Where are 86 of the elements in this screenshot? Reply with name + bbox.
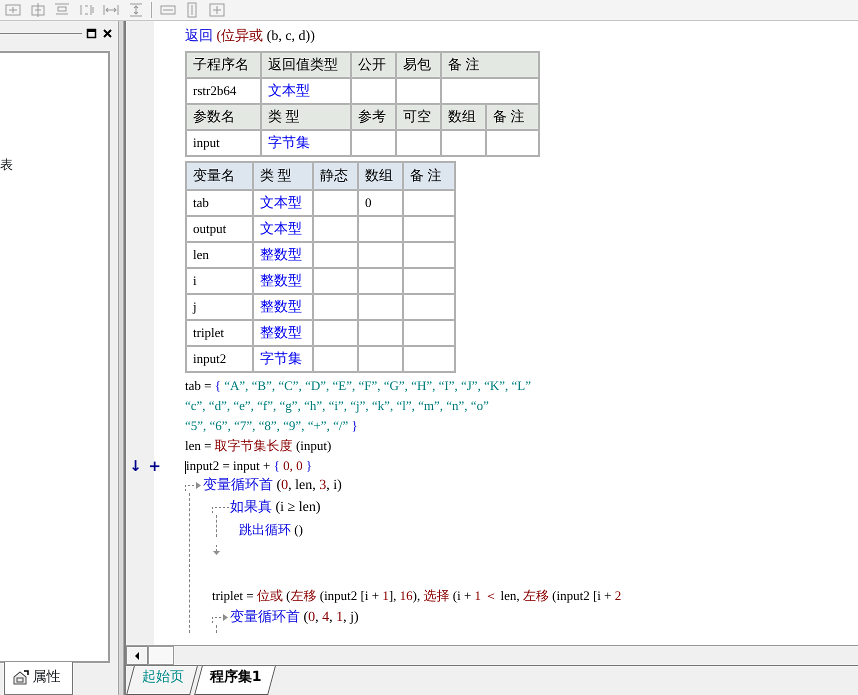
table-cell: len bbox=[186, 242, 253, 268]
table-cell bbox=[313, 190, 358, 216]
table-cell bbox=[358, 346, 403, 372]
table-cell bbox=[403, 346, 455, 372]
table-header: 参考 bbox=[351, 104, 396, 130]
table-header: 备 注 bbox=[403, 162, 455, 190]
code-line: input2 = input + { 0, 0 } bbox=[185, 459, 314, 473]
table-header: 子程序名 bbox=[186, 52, 261, 78]
table-cell bbox=[358, 320, 403, 346]
align-right-icon[interactable] bbox=[78, 2, 96, 18]
center-both-icon[interactable] bbox=[208, 2, 226, 18]
table-header: 静态 bbox=[313, 162, 358, 190]
properties-icon bbox=[13, 670, 29, 685]
maximize-icon[interactable] bbox=[84, 27, 98, 40]
table-header: 易包 bbox=[396, 52, 441, 78]
code-line: 变量循环首 (0, len, 3, i) bbox=[203, 479, 342, 493]
scroll-left-button[interactable] bbox=[126, 646, 148, 665]
table-cell bbox=[358, 242, 403, 268]
table-cell: j bbox=[186, 294, 253, 320]
table-cell bbox=[358, 294, 403, 320]
table-cell bbox=[396, 130, 441, 156]
table-header: 变量名 bbox=[186, 162, 253, 190]
document-tab[interactable]: 起始页 bbox=[126, 666, 198, 695]
table-header: 数组 bbox=[441, 104, 486, 130]
table-cell: 整数型 bbox=[253, 268, 313, 294]
table-cell: 整数型 bbox=[253, 242, 313, 268]
left-arrow-icon bbox=[134, 652, 140, 660]
table-cell bbox=[358, 268, 403, 294]
table-header: 类 型 bbox=[261, 104, 351, 130]
width-icon[interactable] bbox=[102, 2, 120, 18]
code-line: 如果真 (i ≥ len) bbox=[230, 501, 321, 515]
table-cell: 整数型 bbox=[253, 320, 313, 346]
table-cell: triplet bbox=[186, 320, 253, 346]
table-cell bbox=[403, 268, 455, 294]
code-line: tab = { “A”, “B”, “C”, “D”, “E”, “F”, “G”, “H”, “I”, “J”, “K”, “L” bbox=[185, 379, 532, 393]
list-item-text: 表 bbox=[0, 158, 13, 173]
table-cell bbox=[313, 242, 358, 268]
close-icon[interactable] bbox=[101, 27, 114, 40]
table-header: 备 注 bbox=[441, 52, 539, 78]
table-cell: 字节集 bbox=[253, 346, 313, 372]
code-line: “c”, “d”, “e”, “f”, “g”, “h”, “i”, “j”, “k”, “l”, “m”, “n”, “o” bbox=[185, 399, 490, 413]
table-cell: i bbox=[186, 268, 253, 294]
document-tab[interactable]: 程序集1 bbox=[194, 666, 276, 695]
table-cell: 文本型 bbox=[253, 190, 313, 216]
table-header: 类 型 bbox=[253, 162, 313, 190]
table-header: 参数名 bbox=[186, 104, 261, 130]
gutter-mark[interactable]: + bbox=[148, 459, 161, 473]
code-line: 跳出循环 () bbox=[239, 523, 304, 537]
align-left-icon[interactable] bbox=[4, 2, 22, 18]
table-header: 可空 bbox=[396, 104, 441, 130]
table-cell bbox=[441, 130, 486, 156]
down-arrow-icon bbox=[212, 545, 221, 555]
table-cell bbox=[313, 320, 358, 346]
properties-tab[interactable]: 属性 bbox=[4, 662, 74, 695]
table-header: 公开 bbox=[351, 52, 396, 78]
table-cell bbox=[403, 216, 455, 242]
code-line: “5”, “6”, “7”, “8”, “9”, “+”, “/” } bbox=[185, 419, 359, 433]
table-cell bbox=[486, 130, 539, 156]
table-cell bbox=[351, 130, 396, 156]
table-cell: input2 bbox=[186, 346, 253, 372]
table-cell bbox=[358, 216, 403, 242]
align-center-icon[interactable] bbox=[28, 2, 46, 18]
code-line: 返回 (位异或 (b, c, d)) bbox=[185, 29, 316, 46]
table-cell bbox=[403, 294, 455, 320]
table-cell bbox=[313, 216, 358, 242]
table-cell bbox=[403, 190, 455, 216]
table-cell bbox=[403, 320, 455, 346]
table-cell: 整数型 bbox=[253, 294, 313, 320]
gutter-mark[interactable]: ↓ bbox=[129, 459, 142, 473]
table-cell: 字节集 bbox=[261, 130, 351, 156]
table-cell: 文本型 bbox=[253, 216, 313, 242]
table-cell: output bbox=[186, 216, 253, 242]
table-cell: input bbox=[186, 130, 261, 156]
table-cell: tab bbox=[186, 190, 253, 216]
scrollbar-thumb[interactable] bbox=[148, 646, 174, 665]
table-cell bbox=[403, 242, 455, 268]
table-cell: 0 bbox=[358, 190, 403, 216]
table-cell bbox=[313, 294, 358, 320]
code-line: len = 取字节集长度 (input) bbox=[185, 439, 332, 453]
table-header: 备 注 bbox=[486, 104, 539, 130]
table-header: 返回值类型 bbox=[261, 52, 351, 78]
table-header: 数组 bbox=[358, 162, 403, 190]
table-cell bbox=[313, 346, 358, 372]
code-line: 变量循环首 (0, 4, 1, j) bbox=[230, 611, 359, 625]
code-line: triplet = 位或 (左移 (input2 [i + 1], 16), 选择 (i + 1 ＜ len, 左移 (input2 [i + 2 bbox=[212, 589, 622, 603]
table-cell bbox=[313, 268, 358, 294]
